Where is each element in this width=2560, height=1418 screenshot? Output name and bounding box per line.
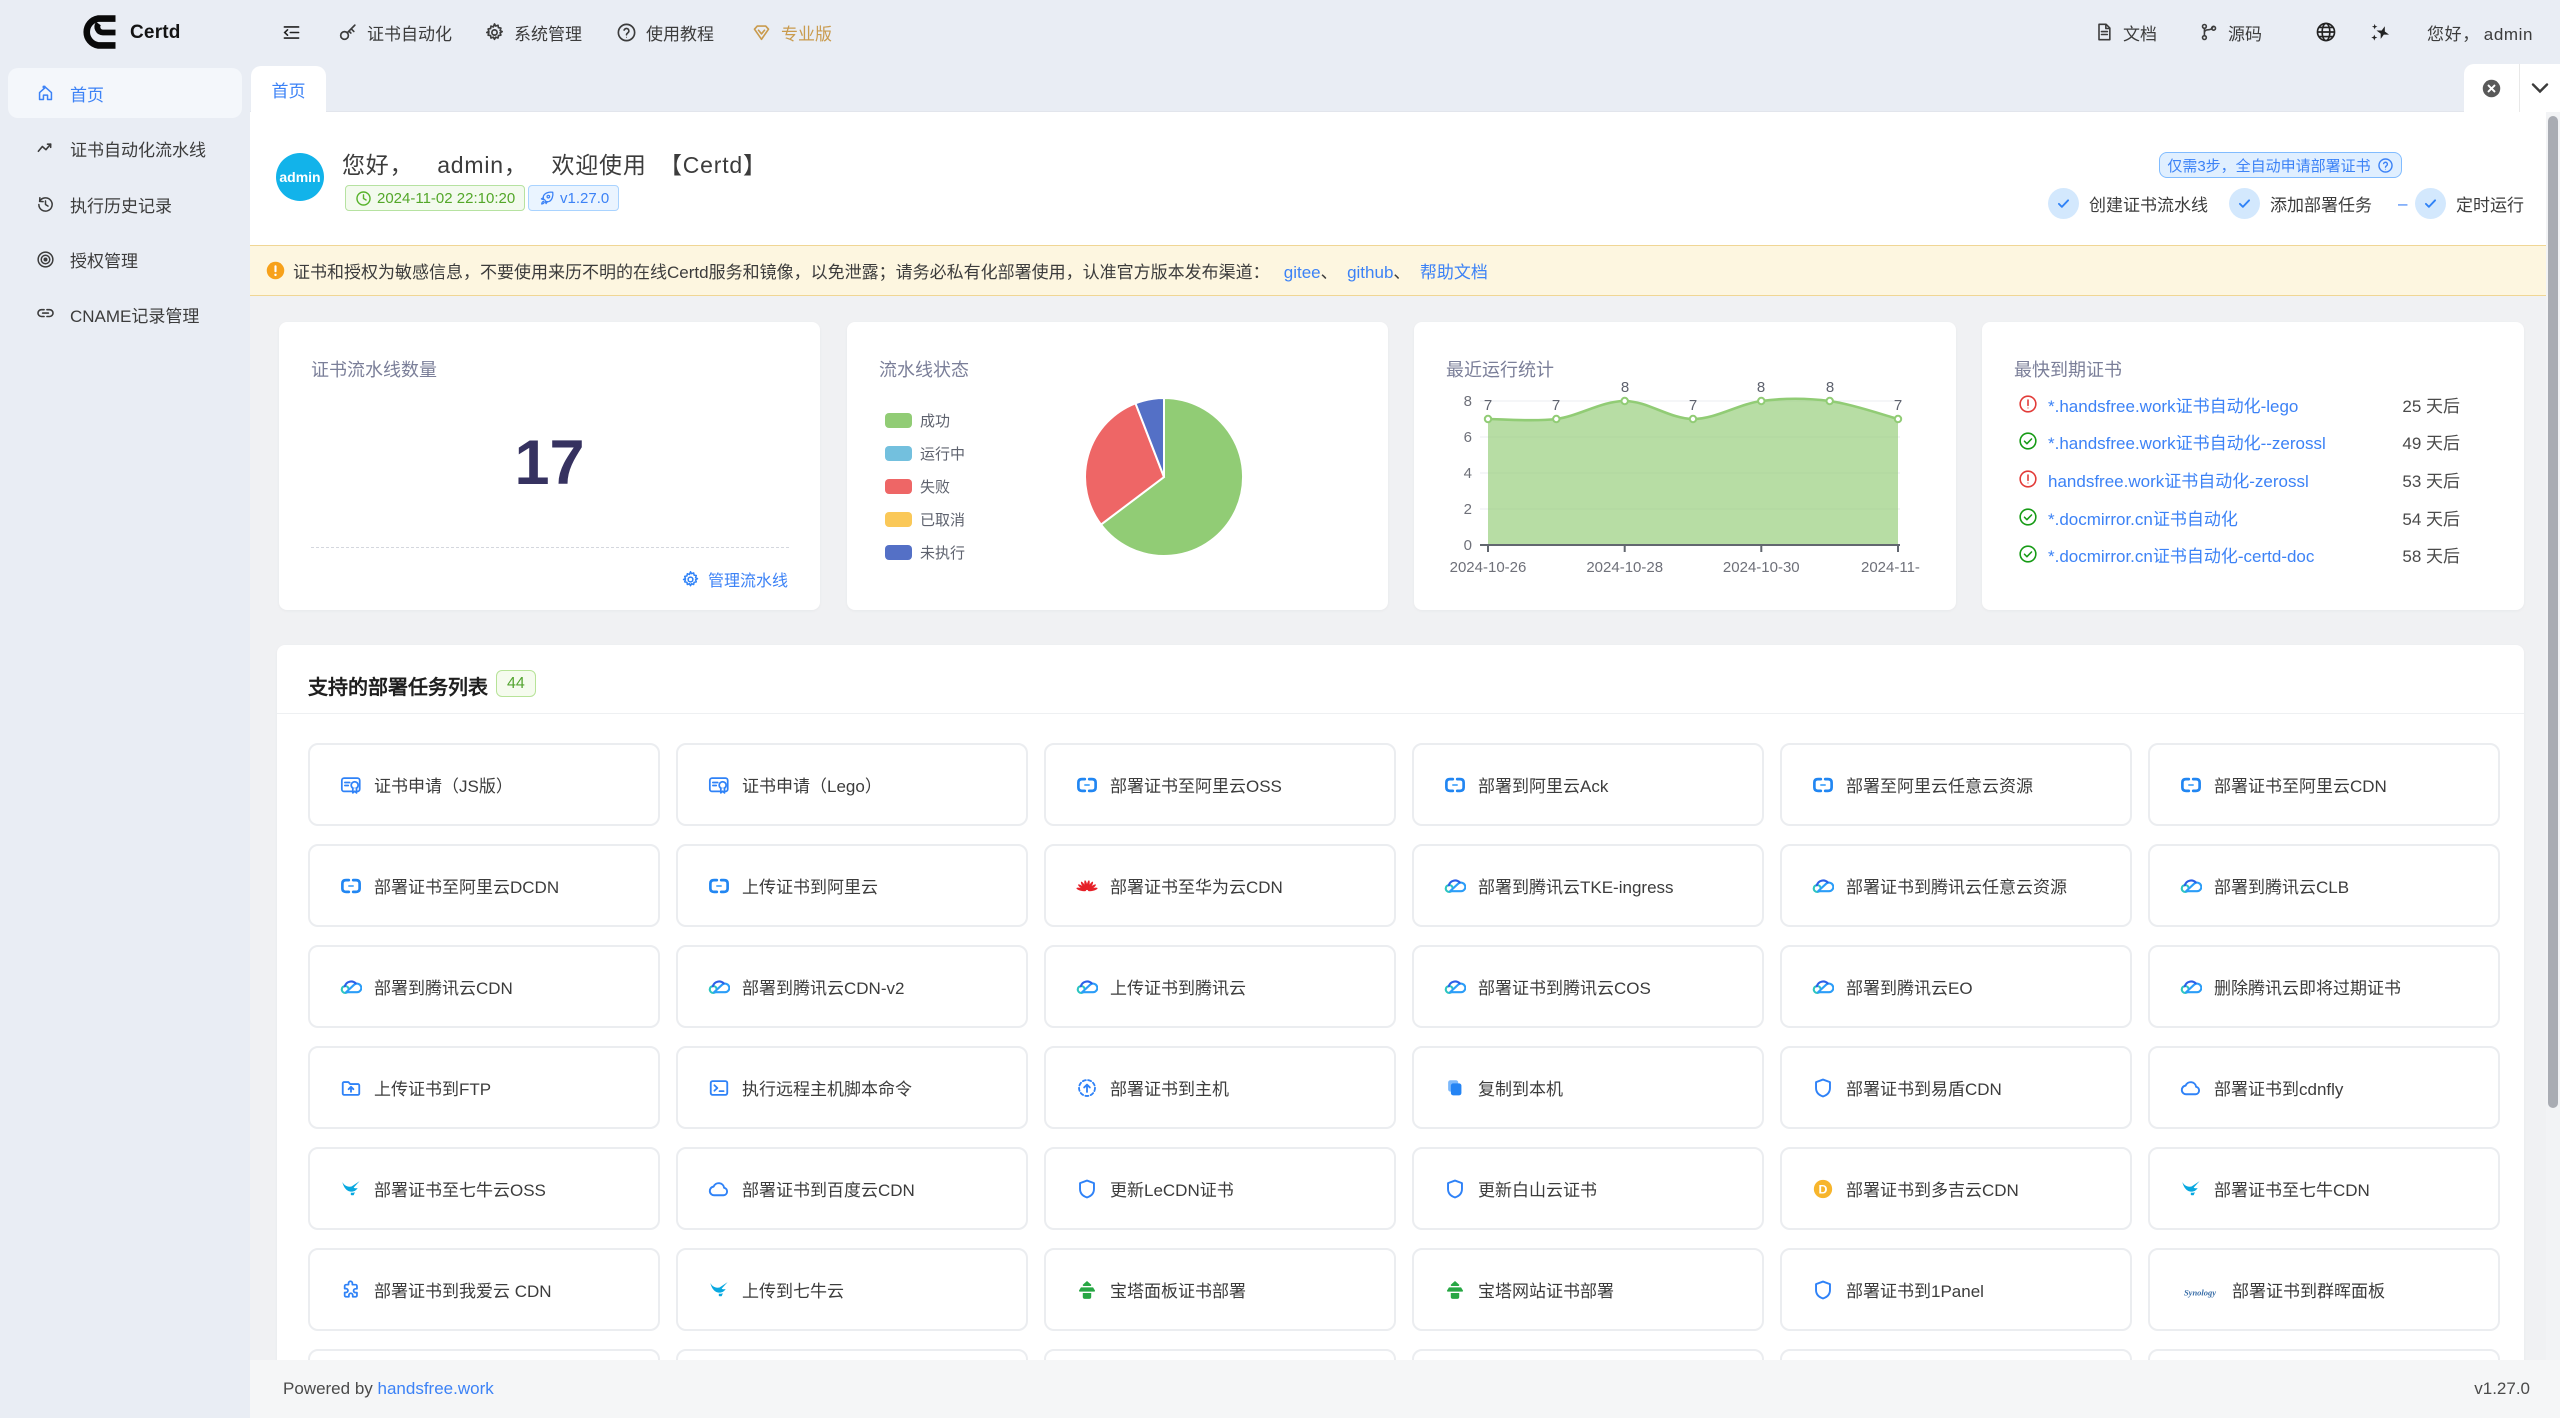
svg-text:0: 0 xyxy=(1464,537,1472,554)
svg-text:7: 7 xyxy=(1484,397,1492,414)
svg-text:7: 7 xyxy=(1689,397,1697,414)
svg-text:8: 8 xyxy=(1757,379,1765,396)
svg-text:2024-10-26: 2024-10-26 xyxy=(1450,559,1527,576)
svg-text:2024-10-28: 2024-10-28 xyxy=(1586,559,1663,576)
svg-text:7: 7 xyxy=(1552,397,1560,414)
svg-text:6: 6 xyxy=(1464,429,1472,446)
svg-text:2: 2 xyxy=(1464,501,1472,518)
svg-text:4: 4 xyxy=(1464,465,1472,482)
svg-text:8: 8 xyxy=(1621,379,1629,396)
svg-text:2024-10-30: 2024-10-30 xyxy=(1723,559,1800,576)
svg-text:2024-11-: 2024-11- xyxy=(1861,559,1920,576)
svg-text:8: 8 xyxy=(1464,393,1472,410)
svg-text:7: 7 xyxy=(1894,397,1902,414)
svg-text:8: 8 xyxy=(1826,379,1834,396)
